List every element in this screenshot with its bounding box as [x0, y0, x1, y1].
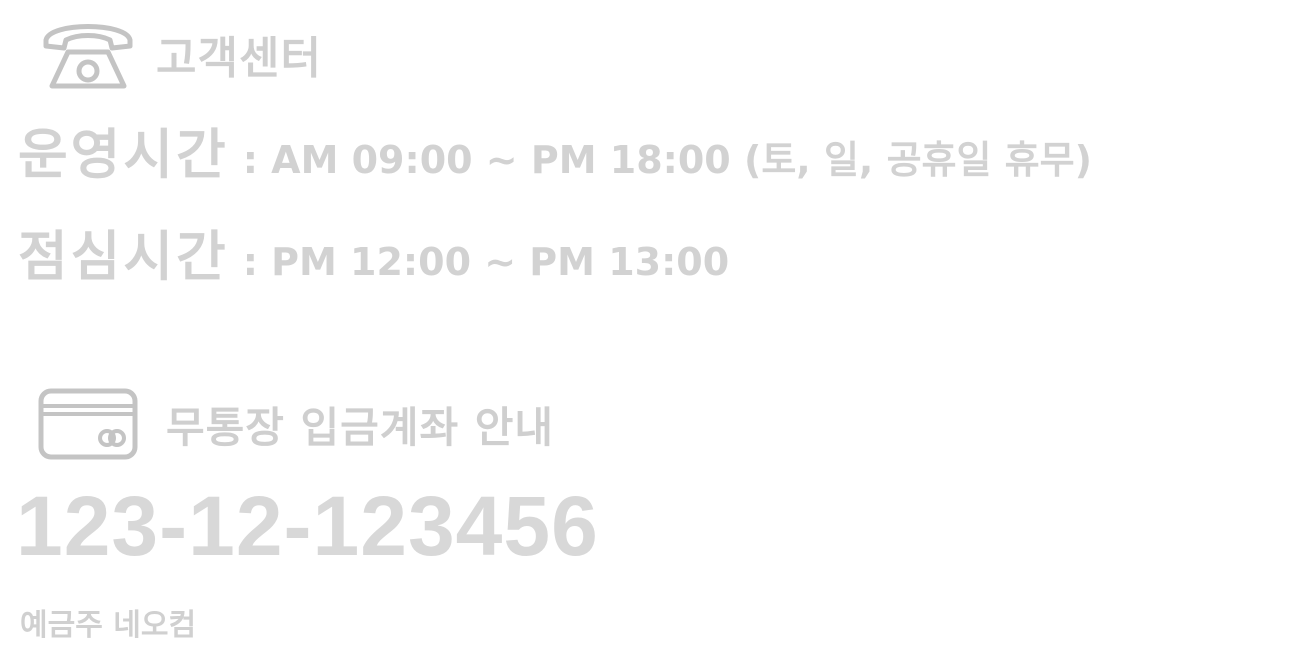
operating-hours-value: : AM 09:00 ~ PM 18:00 (토, 일, 공휴일 휴무)	[242, 138, 1092, 182]
operating-hours-label: 운영시간	[18, 123, 229, 186]
lunch-hours-label: 점심시간	[18, 225, 229, 288]
telephone-icon	[40, 16, 136, 92]
customer-center-title: 고객센터	[156, 33, 322, 84]
lunch-hours-value: : PM 12:00 ~ PM 13:00	[242, 240, 730, 284]
bank-transfer-title: 무통장 입금계좌 안내	[166, 402, 555, 452]
account-number: 123-12-123456	[16, 479, 599, 573]
lunch-hours-row: 점심시간 : PM 12:00 ~ PM 13:00	[18, 212, 729, 291]
credit-card-icon	[38, 388, 138, 460]
account-holder: 예금주 네오컴	[20, 608, 197, 643]
operating-hours-row: 운영시간 : AM 09:00 ~ PM 18:00 (토, 일, 공휴일 휴무…	[18, 110, 1092, 189]
customer-center-header: 고객센터	[40, 14, 322, 94]
bank-transfer-header: 무통장 입금계좌 안내	[38, 386, 554, 462]
